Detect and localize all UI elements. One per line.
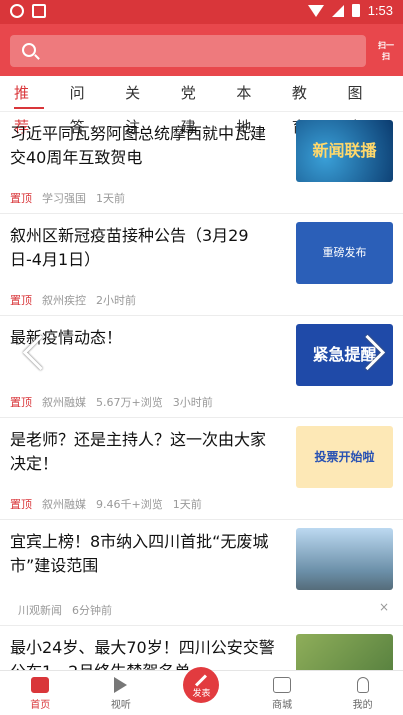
battery-icon (351, 4, 360, 17)
thumbnail-text: 重磅发布 (322, 246, 367, 259)
article-time: 2小时前 (96, 294, 136, 307)
article-views: 9.46千+浏览 (96, 498, 163, 511)
article-meta: 置顶 叙州疾控 2小时前 (10, 292, 136, 308)
app-header: 扫一扫 (0, 24, 403, 76)
play-icon (114, 677, 128, 693)
pinned-badge: 置顶 (10, 192, 32, 205)
home-icon (31, 677, 50, 693)
list-item[interactable]: 最小24岁、最大70岁！四川公安交警公布1、2月终生禁驾名单 (0, 626, 403, 670)
search-input[interactable] (10, 35, 366, 67)
article-meta: 置顶 叙州融媒 9.46千+浏览 1天前 (10, 496, 202, 512)
user-icon (356, 677, 369, 693)
article-time: 1天前 (172, 498, 202, 511)
app-notification-icon (32, 4, 46, 18)
notification-icon (10, 4, 24, 18)
tab-follow[interactable]: 关注 (125, 76, 155, 136)
list-item[interactable]: 习近平同瓦努阿图总统摩西就中瓦建交40周年互致贺电 置顶 学习强国 1天前 新闻… (0, 112, 403, 214)
article-title: 最小24岁、最大70岁！四川公安交警公布1、2月终生禁驾名单 (10, 638, 275, 670)
article-thumbnail: 重磅发布 (296, 222, 393, 284)
article-thumbnail: 投票开始啦 (296, 426, 393, 488)
article-views: 5.67万+浏览 (96, 396, 163, 409)
nav-profile[interactable]: 我的 (322, 671, 403, 715)
status-bar: 1:53 (0, 0, 403, 24)
thumbnail-text: 新闻联播 (312, 141, 377, 160)
nav-publish[interactable]: 发表 (161, 667, 242, 715)
next-arrow-icon[interactable] (355, 334, 385, 374)
nav-label: 首页 (30, 700, 51, 711)
tab-local[interactable]: 本地 (236, 76, 266, 136)
article-meta: 置顶 学习强国 1天前 (10, 190, 125, 206)
signal-icon (331, 4, 344, 17)
tab-party[interactable]: 党建 (181, 76, 211, 136)
scan-label: 扫一扫 (378, 41, 394, 61)
article-source: 川观新闻 (18, 604, 62, 617)
article-meta: 置顶 叙州融媒 5.67万+浏览 3小时前 (10, 394, 213, 410)
nav-label: 发表 (192, 689, 211, 699)
article-source: 叙州融媒 (42, 498, 86, 511)
pinned-badge: 置顶 (10, 498, 32, 511)
article-thumbnail (296, 528, 393, 590)
list-item[interactable]: 是老师？还是主持人？这一次由大家决定！ 置顶 叙州融媒 9.46千+浏览 1天前… (0, 418, 403, 520)
nav-shop[interactable]: 商城 (242, 671, 323, 715)
close-icon[interactable]: × (379, 600, 389, 614)
wifi-icon (307, 4, 324, 17)
clock: 1:53 (367, 3, 393, 18)
tab-qa[interactable]: 问答 (70, 76, 100, 136)
nav-label: 我的 (352, 700, 373, 711)
nav-label: 视听 (110, 700, 131, 711)
list-item[interactable]: 最新疫情动态！ 置顶 叙州融媒 5.67万+浏览 3小时前 紧急提醒 (0, 316, 403, 418)
nav-label: 商城 (272, 700, 293, 711)
news-feed: 习近平同瓦努阿图总统摩西就中瓦建交40周年互致贺电 置顶 学习强国 1天前 新闻… (0, 112, 403, 670)
article-source: 叙州疾控 (42, 294, 86, 307)
article-time: 1天前 (96, 192, 125, 205)
article-title: 叙州区新冠疫苗接种公告（3月29日-4月1日） (10, 226, 249, 269)
thumbnail-text: 投票开始啦 (314, 450, 375, 464)
previous-arrow-icon[interactable] (18, 334, 48, 374)
article-source: 叙州融媒 (42, 396, 86, 409)
nav-home[interactable]: 首页 (0, 671, 81, 715)
list-item[interactable]: 宜宾上榜！8市纳入四川首批“无废城市”建设范围 川观新闻 6分钟前 × (0, 520, 403, 626)
article-title: 宜宾上榜！8市纳入四川首批“无废城市”建设范围 (10, 532, 269, 575)
article-time: 6分钟前 (72, 604, 112, 617)
bottom-navigation: 首页 视听 发表 商城 我的 (0, 667, 403, 715)
article-thumbnail: 新闻联播 (296, 120, 393, 182)
tab-gallery[interactable]: 图库 (347, 76, 377, 136)
article-title: 是老师？还是主持人？这一次由大家决定！ (10, 430, 267, 473)
nav-media[interactable]: 视听 (81, 671, 162, 715)
pinned-badge: 置顶 (10, 396, 32, 409)
search-icon (22, 43, 36, 57)
article-time: 3小时前 (172, 396, 213, 409)
list-item[interactable]: 叙州区新冠疫苗接种公告（3月29日-4月1日） 置顶 叙州疾控 2小时前 重磅发… (0, 214, 403, 316)
publish-icon (195, 674, 208, 687)
scan-button[interactable]: 扫一扫 (377, 40, 395, 62)
category-tabs: 推荐 问答 关注 党建 本地 教育 图库 (0, 76, 403, 136)
shop-icon (273, 677, 292, 693)
tab-education[interactable]: 教育 (292, 76, 322, 136)
article-thumbnail (296, 634, 393, 670)
pinned-badge: 置顶 (10, 294, 32, 307)
article-meta: 川观新闻 6分钟前 (18, 602, 112, 618)
tab-recommend[interactable]: 推荐 (14, 76, 44, 136)
article-title: 习近平同瓦努阿图总统摩西就中瓦建交40周年互致贺电 (10, 124, 267, 167)
article-source: 学习强国 (42, 192, 86, 205)
publish-button[interactable]: 发表 (183, 667, 220, 703)
